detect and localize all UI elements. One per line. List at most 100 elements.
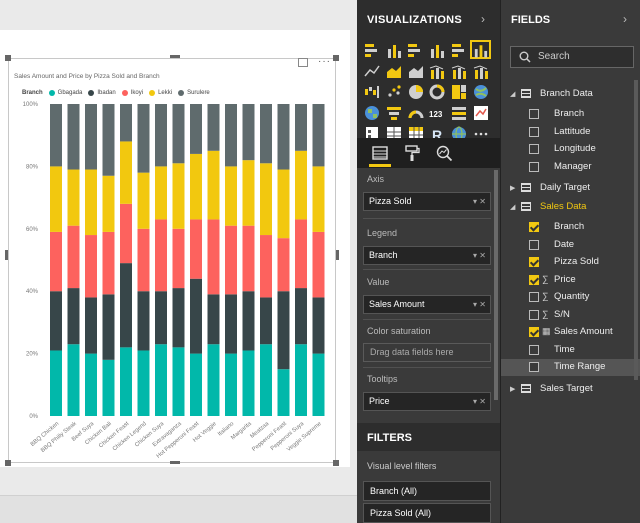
clustered-bar-chart-icon[interactable] bbox=[405, 40, 426, 59]
bar-segment-lekki[interactable] bbox=[207, 150, 220, 220]
bar-segment-ibadan[interactable] bbox=[207, 294, 220, 345]
more-options-icon[interactable]: ··· bbox=[318, 56, 331, 67]
donut-chart-icon[interactable] bbox=[427, 82, 448, 101]
gauge-chart-icon[interactable] bbox=[405, 103, 426, 122]
bar-segment-gbagada[interactable] bbox=[67, 344, 80, 416]
line-stacked-column-chart-icon[interactable] bbox=[449, 61, 470, 80]
fields-search-input[interactable]: Search bbox=[510, 46, 634, 68]
field-checkbox[interactable] bbox=[529, 274, 539, 285]
field-checkbox[interactable] bbox=[529, 222, 539, 232]
bar-segment-gbagada[interactable] bbox=[155, 344, 167, 416]
bar-segment-surulere[interactable] bbox=[102, 104, 115, 176]
ribbon-chart-icon[interactable] bbox=[470, 61, 491, 80]
bar-segment-lekki[interactable] bbox=[312, 166, 325, 232]
filled-map-chart-icon[interactable] bbox=[362, 103, 383, 122]
bar-segment-ibadan[interactable] bbox=[67, 288, 80, 345]
bar-segment-ikoyi[interactable] bbox=[120, 203, 132, 264]
bar-segment-ikoyi[interactable] bbox=[67, 225, 80, 289]
bar-segment-lekki[interactable] bbox=[120, 141, 132, 204]
field-checkbox[interactable] bbox=[529, 239, 539, 250]
bar-segment-surulere[interactable] bbox=[242, 104, 255, 161]
focus-mode-icon[interactable] bbox=[298, 58, 308, 67]
bar-segment-ibadan[interactable] bbox=[277, 291, 290, 370]
bar-segment-ibadan[interactable] bbox=[172, 288, 185, 348]
tooltips-well-field[interactable]: Price ▾ ✕ bbox=[363, 392, 491, 411]
bar-segment-gbagada[interactable] bbox=[225, 353, 237, 416]
bar-segment-lekki[interactable] bbox=[277, 169, 290, 239]
bar-segment-surulere[interactable] bbox=[172, 104, 185, 164]
legend-field-dropdown-remove-icon[interactable]: ▾ ✕ bbox=[473, 247, 486, 264]
field-table-sales-target[interactable]: ▶ Sales Target bbox=[501, 381, 640, 398]
multi-row-card-chart-icon[interactable] bbox=[449, 103, 470, 122]
bar-segment-gbagada[interactable] bbox=[85, 353, 97, 416]
field-checkbox[interactable] bbox=[529, 362, 539, 372]
expanded-triangle-icon[interactable]: ◢ bbox=[510, 90, 515, 98]
resize-handle-tr[interactable] bbox=[333, 55, 339, 61]
bar-segment-ikoyi[interactable] bbox=[277, 238, 290, 292]
bar-segment-ibadan[interactable] bbox=[260, 297, 272, 345]
bar-segment-ibadan[interactable] bbox=[85, 297, 97, 354]
field-checkbox[interactable] bbox=[529, 327, 539, 337]
bar-segment-gbagada[interactable] bbox=[50, 350, 62, 416]
line-clustered-column-chart-icon[interactable] bbox=[427, 61, 448, 80]
bar-segment-gbagada[interactable] bbox=[172, 347, 185, 416]
100-stacked-column-chart-icon[interactable] bbox=[469, 40, 491, 59]
scatter-chart-icon[interactable] bbox=[384, 82, 405, 101]
line-chart-icon[interactable] bbox=[362, 61, 383, 80]
field-item-lattitude[interactable]: Lattitude bbox=[501, 124, 640, 141]
bar-segment-gbagada[interactable] bbox=[120, 347, 132, 416]
collapsed-triangle-icon[interactable]: ▶ bbox=[510, 184, 515, 192]
field-item-branch[interactable]: Branch bbox=[501, 219, 640, 236]
bar-segment-surulere[interactable] bbox=[137, 104, 150, 173]
field-item-branch[interactable]: Branch bbox=[501, 106, 640, 123]
bar-segment-lekki[interactable] bbox=[137, 172, 150, 229]
bar-segment-lekki[interactable] bbox=[242, 160, 255, 226]
bar-segment-lekki[interactable] bbox=[67, 169, 80, 226]
fields-tab-icon[interactable] bbox=[371, 144, 389, 162]
value-well-field[interactable]: Sales Amount ▾ ✕ bbox=[363, 295, 491, 314]
bar-segment-gbagada[interactable] bbox=[102, 359, 115, 416]
field-checkbox[interactable] bbox=[529, 344, 539, 355]
bar-segment-ibadan[interactable] bbox=[295, 288, 307, 345]
tooltips-field-dropdown-remove-icon[interactable]: ▾ ✕ bbox=[473, 393, 486, 410]
bar-segment-lekki[interactable] bbox=[50, 166, 62, 232]
stacked-bar-chart-icon[interactable] bbox=[362, 40, 383, 59]
axis-field-dropdown-remove-icon[interactable]: ▾ ✕ bbox=[473, 193, 486, 210]
card-chart-icon[interactable]: 123 bbox=[427, 103, 448, 122]
bar-segment-gbagada[interactable] bbox=[277, 369, 290, 416]
funnel-chart-icon[interactable] bbox=[384, 103, 405, 122]
bar-segment-gbagada[interactable] bbox=[312, 353, 325, 416]
stacked-area-chart-icon[interactable] bbox=[405, 61, 426, 80]
field-checkbox[interactable] bbox=[529, 126, 539, 137]
bar-segment-ikoyi[interactable] bbox=[85, 235, 97, 298]
bar-segment-ikoyi[interactable] bbox=[50, 231, 62, 292]
stacked-column-chart-icon[interactable] bbox=[384, 40, 405, 59]
resize-handle-tc[interactable] bbox=[170, 55, 180, 58]
field-item-quantity[interactable]: ∑ Quantity bbox=[501, 289, 640, 306]
field-item-longitude[interactable]: Longitude bbox=[501, 141, 640, 158]
area-chart-icon[interactable] bbox=[384, 61, 405, 80]
bar-segment-lekki[interactable] bbox=[295, 150, 307, 220]
bar-segment-gbagada[interactable] bbox=[260, 344, 272, 416]
bar-segment-gbagada[interactable] bbox=[190, 353, 202, 416]
treemap-chart-icon[interactable] bbox=[449, 82, 470, 101]
legend-well-field[interactable]: Branch ▾ ✕ bbox=[363, 246, 491, 265]
bar-segment-ibadan[interactable] bbox=[120, 263, 132, 348]
clustered-column-chart-icon[interactable] bbox=[427, 40, 448, 59]
bar-segment-ibadan[interactable] bbox=[155, 291, 167, 345]
bar-segment-ikoyi[interactable] bbox=[137, 228, 150, 292]
filter-branch[interactable]: Branch (All) bbox=[363, 481, 491, 501]
bar-segment-ibadan[interactable] bbox=[242, 291, 255, 351]
bar-segment-surulere[interactable] bbox=[50, 104, 62, 167]
collapse-visualizations-icon[interactable]: › bbox=[481, 12, 485, 26]
value-field-dropdown-remove-icon[interactable]: ▾ ✕ bbox=[473, 296, 486, 313]
field-table-daily-target[interactable]: ▶ Daily Target bbox=[501, 180, 640, 197]
bar-segment-lekki[interactable] bbox=[102, 175, 115, 232]
bar-segment-ibadan[interactable] bbox=[137, 291, 150, 351]
field-checkbox[interactable] bbox=[529, 309, 539, 320]
bar-segment-ikoyi[interactable] bbox=[102, 231, 115, 295]
bar-segment-ikoyi[interactable] bbox=[312, 231, 325, 298]
bar-segment-surulere[interactable] bbox=[85, 104, 97, 170]
bar-segment-ibadan[interactable] bbox=[50, 291, 62, 351]
collapsed-triangle-icon[interactable]: ▶ bbox=[510, 385, 515, 393]
